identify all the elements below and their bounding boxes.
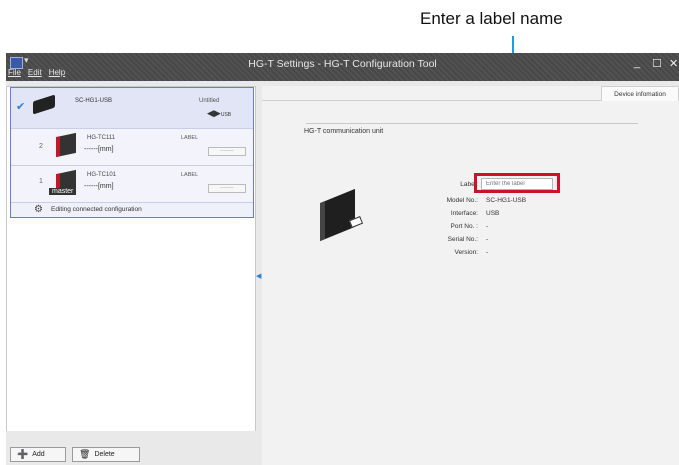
master-badge: master <box>49 188 77 195</box>
gear-icon: ⚙ <box>34 204 43 215</box>
label-field-label: Label: <box>460 181 478 188</box>
usb-connection-icon: ◀▶USB <box>207 108 231 119</box>
menu-file[interactable]: File <box>8 68 21 77</box>
model-no-label: Model No.: <box>446 197 478 204</box>
sensor-label-field[interactable]: -------- <box>208 147 246 156</box>
label-input-highlight <box>474 173 560 193</box>
sensor-model: HG-TC101 <box>87 172 117 178</box>
device-info-panel: Device infomation HG-T communication uni… <box>262 86 679 465</box>
communication-unit-image <box>320 188 355 242</box>
maximize-button[interactable]: ☐ <box>652 57 662 70</box>
version-label: Version: <box>454 249 479 256</box>
port-no-label: Port No. : <box>450 223 478 230</box>
usb-connection-symbol: ◀▶ <box>207 108 221 118</box>
sensor-model: HG-TC111 <box>87 135 116 141</box>
serial-no-value: - <box>486 236 489 243</box>
menu-bar: File Edit Help <box>8 68 72 77</box>
tab-device-information[interactable]: Device infomation <box>601 86 679 101</box>
app-window: ▾ HG-T Settings - HG-T Configuration Too… <box>6 53 679 465</box>
tree-item-sensor-2[interactable]: 2 HG-TC111 ------[mm] LABEL -------- <box>11 128 253 166</box>
interface-value: USB <box>486 210 500 217</box>
add-button-label: Add <box>32 451 45 458</box>
window-title: HG-T Settings - HG-T Configuration Tool <box>248 58 437 70</box>
tree-item-sensor-1[interactable]: 1 master HG-TC101 ------[mm] LABEL -----… <box>11 165 253 203</box>
collapse-panel-icon[interactable]: ◀ <box>256 272 261 280</box>
tree-actions: ➕ Add 🗑 Delete <box>6 431 256 465</box>
sensor-label-header: LABEL <box>181 172 199 178</box>
close-button[interactable]: ✕ <box>669 57 678 70</box>
add-button[interactable]: ➕ Add <box>10 447 66 462</box>
sensor-label-header: LABEL <box>181 135 199 141</box>
version-value: - <box>486 249 489 256</box>
usb-unit-icon <box>33 94 55 115</box>
sensor-value: ------[mm] <box>84 183 114 190</box>
port-no-value: - <box>486 223 489 230</box>
minimize-button[interactable]: _ <box>634 57 640 69</box>
usb-connection-label: USB <box>220 112 232 118</box>
tree-item-usb[interactable]: ✔ SC-HG1-USB Untitled ◀▶USB <box>11 88 253 128</box>
serial-no-label: Serial No.: <box>447 236 478 243</box>
interface-label: Interface: <box>450 210 478 217</box>
menu-help[interactable]: Help <box>49 68 65 77</box>
plus-circle-icon: ➕ <box>17 449 29 459</box>
delete-button-label: Delete <box>94 451 115 458</box>
model-no-value: SC-HG1-USB <box>486 197 527 204</box>
annotation-label: Enter a label name <box>420 9 563 28</box>
divider <box>306 123 638 124</box>
usb-unit-name: SC-HG1-USB <box>75 98 113 104</box>
title-bar: ▾ HG-T Settings - HG-T Configuration Too… <box>6 53 679 81</box>
sensor-index: 2 <box>39 143 43 150</box>
menu-edit[interactable]: Edit <box>28 68 42 77</box>
sensor-label-field[interactable]: -------- <box>208 184 246 193</box>
trash-icon: 🗑 <box>79 449 91 459</box>
editing-status-row[interactable]: ⚙ Editing connected configuration <box>11 202 253 218</box>
editing-status-text: Editing connected configuration <box>51 206 142 213</box>
sensor-head-icon <box>56 132 76 158</box>
device-heading: HG-T communication unit <box>304 128 384 135</box>
config-status: Untitled <box>199 98 220 104</box>
device-tree: ✔ SC-HG1-USB Untitled ◀▶USB 2 HG-TC111 -… <box>10 87 254 218</box>
device-tree-panel: ✔ SC-HG1-USB Untitled ◀▶USB 2 HG-TC111 -… <box>6 86 256 433</box>
sensor-value: ------[mm] <box>84 146 114 153</box>
delete-button[interactable]: 🗑 Delete <box>72 447 140 462</box>
sensor-index: 1 <box>39 178 43 185</box>
chevron-down-icon[interactable]: ✔ <box>16 100 25 113</box>
